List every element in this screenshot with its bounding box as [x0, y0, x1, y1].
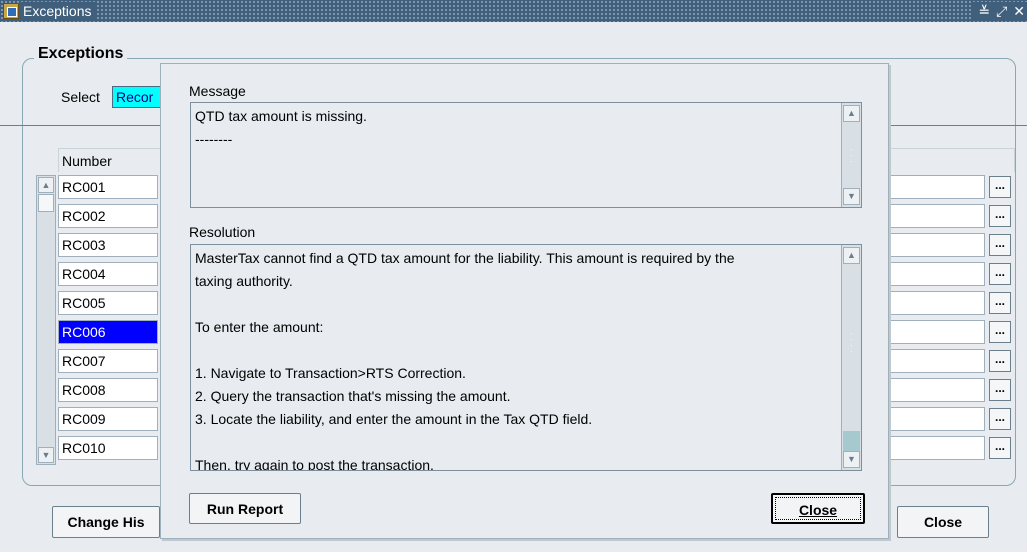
resolution-scrollbar[interactable]: ▲ · · · · ▼ [841, 245, 861, 470]
lov-button[interactable]: ... [989, 234, 1011, 256]
resolution-scroll-thumb[interactable] [843, 431, 860, 451]
resolution-text: MasterTax cannot find a QTD tax amount f… [195, 247, 857, 471]
resolution-scroll-down-icon[interactable]: ▼ [843, 451, 860, 468]
scroll-thumb[interactable] [38, 194, 54, 212]
message-line: -------- [195, 131, 233, 147]
table-row-field[interactable] [890, 262, 985, 286]
table-row[interactable]: RC008 [58, 378, 158, 402]
table-row-field[interactable] [890, 291, 985, 315]
resolution-line [195, 339, 857, 362]
table-row[interactable]: RC002 [58, 204, 158, 228]
resolution-line: taxing authority. [195, 273, 293, 289]
table-row-field[interactable] [890, 349, 985, 373]
resolution-line [195, 293, 857, 316]
table-row[interactable]: RC001 [58, 175, 158, 199]
resolution-label: Resolution [189, 224, 256, 240]
close-icon[interactable]: ✕ [1013, 2, 1025, 20]
resolution-scroll-grip-icon: · · · · [850, 329, 853, 356]
message-text: QTD tax amount is missing. -------- [195, 105, 857, 151]
lov-button[interactable]: ... [989, 292, 1011, 314]
run-report-label: Run Report [206, 501, 284, 517]
select-label: Select [61, 89, 100, 105]
table-row[interactable]: RC009 [58, 407, 158, 431]
message-scroll-down-icon[interactable]: ▼ [843, 188, 860, 205]
minimize-icon[interactable]: ≚ [978, 2, 990, 20]
message-scrollbar[interactable]: ▲ · · · ▼ [841, 103, 861, 207]
window-titlebar: Exceptions ≚ ⤢ ✕ [0, 0, 1027, 22]
resolution-line: Then, try again to post the transaction. [195, 457, 434, 471]
table-row-field[interactable] [890, 204, 985, 228]
lov-button[interactable]: ... [989, 321, 1011, 343]
table-row-field[interactable] [890, 407, 985, 431]
resolution-textarea[interactable]: MasterTax cannot find a QTD tax amount f… [190, 244, 862, 471]
message-scroll-up-icon[interactable]: ▲ [843, 105, 860, 122]
table-row[interactable]: RC004 [58, 262, 158, 286]
main-close-button[interactable]: Close [897, 506, 989, 538]
lov-button[interactable]: ... [989, 205, 1011, 227]
dialog-close-label: Close [798, 502, 838, 518]
app-icon [3, 3, 19, 19]
table-row-field[interactable] [890, 175, 985, 199]
main-close-label: Close [923, 514, 963, 530]
message-line: QTD tax amount is missing. [195, 108, 367, 124]
window-controls: ≚ ⤢ ✕ [972, 2, 1027, 20]
lov-button[interactable]: ... [989, 408, 1011, 430]
resolution-line: To enter the amount: [195, 319, 324, 335]
exception-details-dialog: Message QTD tax amount is missing. ------… [160, 63, 889, 539]
change-history-button[interactable]: Change His [52, 506, 160, 538]
resolution-line: MasterTax cannot find a QTD tax amount f… [195, 250, 735, 266]
table-row-field[interactable] [890, 378, 985, 402]
resolution-line: 2. Query the transaction that's missing … [195, 388, 511, 404]
scroll-up-icon[interactable]: ▲ [38, 177, 54, 193]
lov-button[interactable]: ... [989, 437, 1011, 459]
rows-scrollbar[interactable]: ▲ ▼ [36, 175, 56, 465]
table-row-field[interactable] [890, 436, 985, 460]
message-label: Message [189, 83, 246, 99]
resolution-scroll-up-icon[interactable]: ▲ [843, 247, 860, 264]
dialog-close-button[interactable]: Close [771, 493, 865, 524]
resolution-line: 1. Navigate to Transaction>RTS Correctio… [195, 365, 466, 381]
lov-button[interactable]: ... [989, 379, 1011, 401]
table-row[interactable]: RC007 [58, 349, 158, 373]
change-history-label: Change His [67, 514, 145, 530]
lov-button[interactable]: ... [989, 176, 1011, 198]
table-row[interactable]: RC010 [58, 436, 158, 460]
table-row[interactable]: RC003 [58, 233, 158, 257]
lov-button[interactable]: ... [989, 350, 1011, 372]
lov-button[interactable]: ... [989, 263, 1011, 285]
table-row-field[interactable] [890, 320, 985, 344]
table-row-field[interactable] [890, 233, 985, 257]
run-report-button[interactable]: Run Report [189, 493, 301, 524]
maximize-icon[interactable]: ⤢ [996, 2, 1007, 20]
message-textarea[interactable]: QTD tax amount is missing. -------- ▲ · · ·… [190, 102, 862, 208]
window-title: Exceptions [21, 2, 98, 20]
message-scroll-grip-icon: · · · [850, 145, 853, 166]
table-row[interactable]: RC005 [58, 291, 158, 315]
resolution-line: 3. Locate the liability, and enter the a… [195, 411, 593, 427]
group-title: Exceptions [34, 45, 128, 63]
scroll-down-icon[interactable]: ▼ [38, 447, 54, 463]
table-row[interactable]: RC006 [58, 320, 158, 344]
resolution-line [195, 431, 857, 454]
